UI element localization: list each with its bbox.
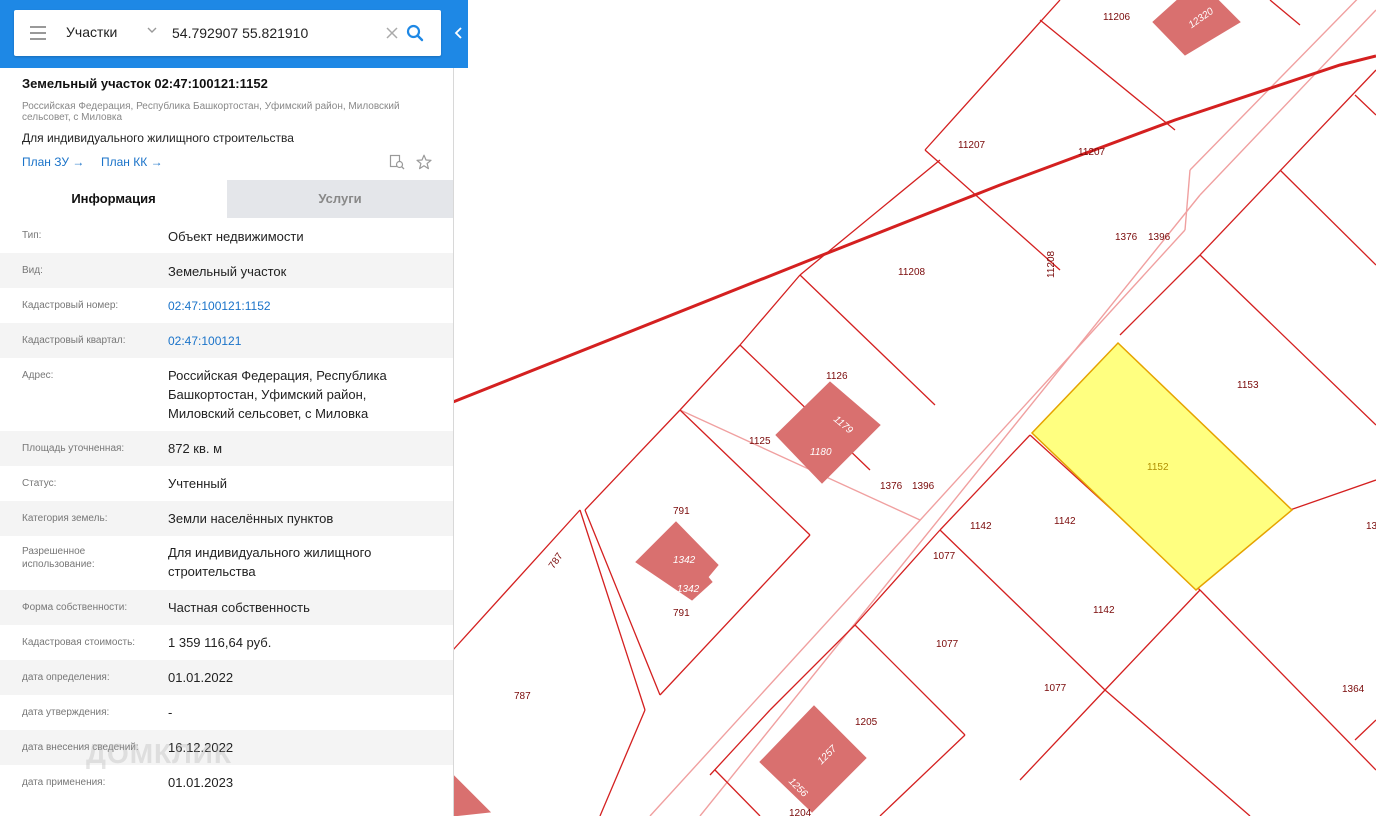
close-icon[interactable] xyxy=(385,26,399,40)
info-row-area: Площадь уточненная: 872 кв. м xyxy=(0,431,453,466)
parcel-label: 1376 xyxy=(1115,232,1138,243)
parcel-label: 1142 xyxy=(970,521,992,532)
parcel-label: 1152 xyxy=(1147,462,1169,473)
info-row-value: 872 кв. м xyxy=(168,441,223,456)
parcel-label: 1205 xyxy=(855,717,878,728)
parcel-label: 1153 xyxy=(1237,380,1259,391)
info-row-value: Объект недвижимости xyxy=(168,229,304,244)
info-row-value: Земельный участок xyxy=(168,264,287,279)
parcel-address: Российская Федерация, Республика Башкорт… xyxy=(22,101,400,123)
parcel-purpose: Для индивидуального жилищного строительс… xyxy=(22,131,294,145)
info-row-label: Статус: xyxy=(22,478,57,489)
chevron-left-icon[interactable] xyxy=(454,26,464,40)
info-row-label: Вид: xyxy=(22,265,43,276)
info-row-label: Тип: xyxy=(22,230,42,241)
info-row-value: Учтенный xyxy=(168,476,228,491)
parcel-label: 791 xyxy=(673,506,690,517)
parcel-label: 11208 xyxy=(898,267,926,278)
parcel-label: 11208 xyxy=(1046,250,1057,278)
info-row-value: Частная собственность xyxy=(168,600,310,615)
info-row-ownership: Форма собственности: Частная собственнос… xyxy=(0,590,453,625)
info-row-label: Площадь уточненная: xyxy=(22,443,125,454)
info-row-address: Адрес: Российская Федерация, Республика … xyxy=(0,358,453,431)
info-row-value: 1 359 116,64 руб. xyxy=(168,635,272,650)
info-row-label: Форма собственности: xyxy=(22,602,128,613)
info-row-label: дата утверждения: xyxy=(22,707,110,718)
info-row-cadastral-number: Кадастровый номер: 02:47:100121:1152 xyxy=(0,288,453,323)
cadastral-number-link[interactable]: 02:47:100121:1152 xyxy=(168,297,428,316)
parcel-label: 1077 xyxy=(933,551,956,562)
info-row-approval-date: дата утверждения: - xyxy=(0,695,453,730)
parcel-label: 1376 xyxy=(880,481,903,492)
info-row-label: дата определения: xyxy=(22,672,110,683)
parcel-label: 1142 xyxy=(1054,516,1076,527)
info-row-label: Кадастровая стоимость: xyxy=(22,637,136,648)
plan-zu-link[interactable]: План ЗУ → xyxy=(22,155,84,169)
watermark-logo: ДОМКЛИК xyxy=(86,738,233,769)
info-table: Тип: Объект недвижимости Вид: Земельный … xyxy=(0,218,453,800)
info-row-land-category: Категория земель: Земли населённых пункт… xyxy=(0,501,453,536)
search-bar: Участки xyxy=(0,0,468,68)
parcel-label: 1077 xyxy=(1044,683,1067,694)
info-row-kind: Вид: Земельный участок xyxy=(0,253,453,288)
parcel-label: 1077 xyxy=(936,639,959,650)
info-row-status: Статус: Учтенный xyxy=(0,466,453,501)
parcel-label: 1125 xyxy=(749,436,771,447)
menu-icon[interactable] xyxy=(30,26,46,40)
parcel-label: 11207 xyxy=(958,140,986,151)
parcel-label: 1342 xyxy=(673,555,696,566)
tab-bar: Информация Услуги xyxy=(0,180,453,218)
info-row-label: Кадастровый квартал: xyxy=(22,335,126,346)
parcel-label: 1180 xyxy=(810,447,832,458)
info-row-determination-date: дата определения: 01.01.2022 xyxy=(0,660,453,695)
tab-services[interactable]: Услуги xyxy=(227,180,453,218)
tab-info[interactable]: Информация xyxy=(0,180,227,218)
parcel-label: 1396 xyxy=(1148,232,1171,243)
info-row-value: 01.01.2023 xyxy=(168,775,234,790)
info-row-value: 01.01.2022 xyxy=(168,670,234,685)
parcel-label: 11206 xyxy=(1103,12,1131,23)
layer-select[interactable]: Участки xyxy=(66,24,117,40)
parcel-label: 13 xyxy=(1366,521,1376,532)
info-row-value: Для индивидуального жилищного строительс… xyxy=(168,545,372,579)
parcel-label: 1204 xyxy=(789,808,812,816)
info-row-type: Тип: Объект недвижимости xyxy=(0,218,453,253)
info-row-label: Кадастровый номер: xyxy=(22,300,119,311)
parcel-label: 1396 xyxy=(912,481,935,492)
page-title: Земельный участок 02:47:100121:1152 xyxy=(22,76,268,91)
info-row-value: Земли населённых пунктов xyxy=(168,511,334,526)
parcel-label: 1342 xyxy=(677,584,700,595)
info-row-label: Категория земель: xyxy=(22,513,108,524)
compare-icon[interactable] xyxy=(389,154,405,170)
cadastral-quarter-link[interactable]: 02:47:100121 xyxy=(168,332,428,351)
star-icon[interactable] xyxy=(416,154,432,170)
chevron-down-icon[interactable] xyxy=(147,25,157,35)
parcel-label: 1126 xyxy=(826,371,848,382)
parcel-label: 1142 xyxy=(1093,605,1115,616)
info-row-value: Российская Федерация, Республика Башкорт… xyxy=(168,368,387,421)
parcel-label: 791 xyxy=(673,608,690,619)
info-row-label: Адрес: xyxy=(22,370,54,381)
info-row-cadastral-value: Кадастровая стоимость: 1 359 116,64 руб. xyxy=(0,625,453,660)
search-input[interactable] xyxy=(172,22,372,44)
info-row-cadastral-quarter: Кадастровый квартал: 02:47:100121 xyxy=(0,323,453,358)
search-box: Участки xyxy=(14,10,441,56)
info-row-label: Разрешенное использование: xyxy=(22,546,95,570)
info-row-permitted-use: Разрешенное использование: Для индивидуа… xyxy=(0,536,453,590)
parcel-label: 11207 xyxy=(1078,147,1106,158)
info-panel: Земельный участок 02:47:100121:1152 Росс… xyxy=(0,68,454,816)
info-row-value: - xyxy=(168,705,173,720)
search-icon[interactable] xyxy=(406,24,424,42)
parcel-label: 787 xyxy=(514,691,531,702)
info-row-application-date: дата применения: 01.01.2023 xyxy=(0,765,453,800)
info-row-label: дата применения: xyxy=(22,777,106,788)
plan-kk-link[interactable]: План КК → xyxy=(101,155,163,169)
parcel-label: 1364 xyxy=(1342,684,1365,695)
